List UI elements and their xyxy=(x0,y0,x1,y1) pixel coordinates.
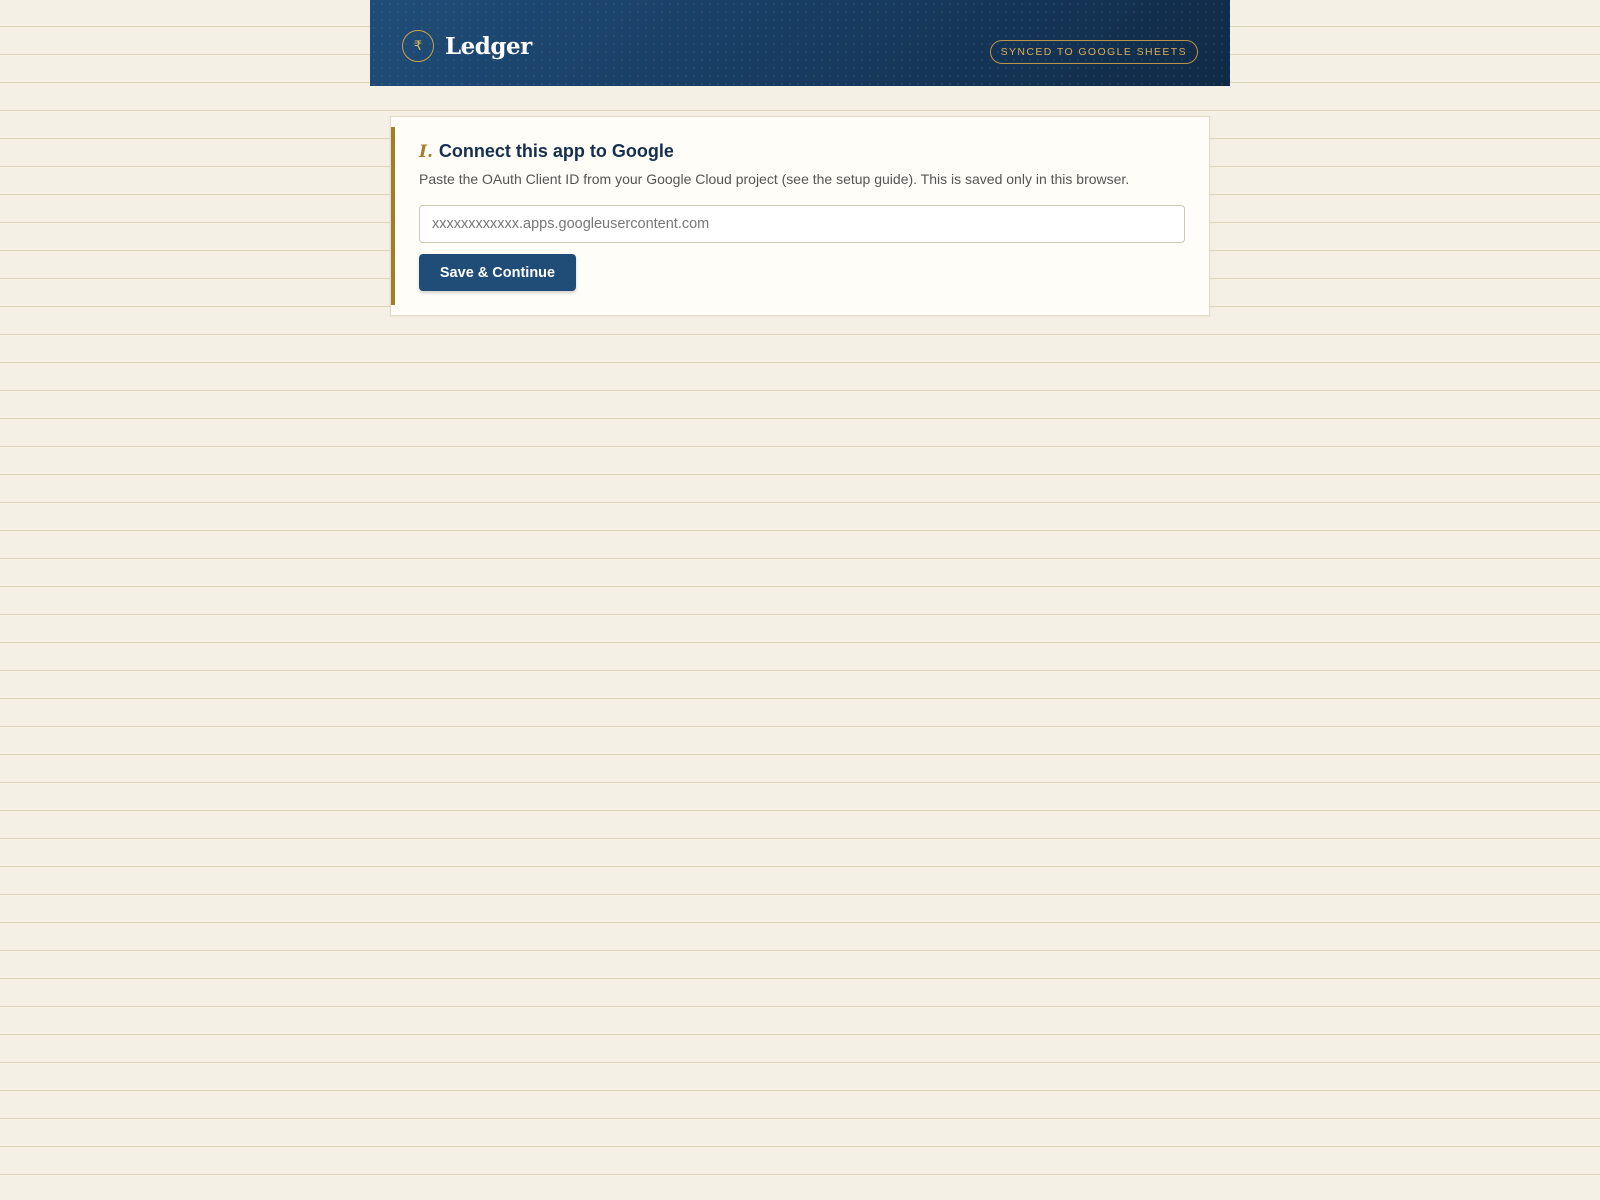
client-id-input[interactable] xyxy=(419,205,1185,243)
rupee-icon: ₹ xyxy=(402,30,434,62)
brand: ₹ Ledger xyxy=(402,30,532,62)
card-title-text: Connect this app to Google xyxy=(438,141,674,161)
save-continue-button[interactable]: Save & Continue xyxy=(419,254,576,291)
step-numeral: I. xyxy=(419,142,433,162)
sync-status-badge: SYNCED TO GOOGLE SHEETS xyxy=(989,40,1198,64)
card-title: I. Connect this app to Google xyxy=(419,141,674,162)
connect-google-card: I. Connect this app to Google Paste the … xyxy=(390,116,1210,316)
app-header: ₹ Ledger SYNCED TO GOOGLE SHEETS xyxy=(370,0,1230,86)
card-description: Paste the OAuth Client ID from your Goog… xyxy=(419,171,1130,187)
card-accent-bar xyxy=(391,127,395,305)
app-name: Ledger xyxy=(445,32,532,60)
